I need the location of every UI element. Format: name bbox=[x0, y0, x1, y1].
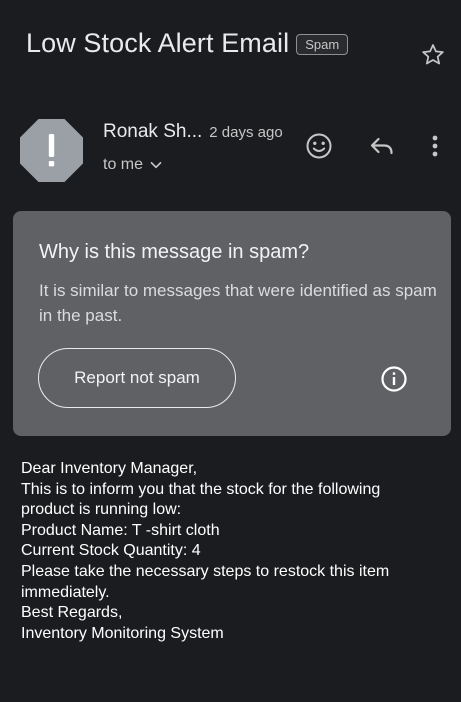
body-line: Current Stock Quantity: 4 bbox=[21, 542, 201, 560]
sent-time: 2 days ago bbox=[209, 124, 283, 141]
recipient-label: to me bbox=[103, 156, 144, 173]
body-line: Dear Inventory Manager, bbox=[21, 460, 198, 477]
body-line: immediately. bbox=[21, 583, 110, 601]
body-line: product is running low: bbox=[21, 501, 182, 519]
body-line: Inventory Monitoring System bbox=[21, 624, 224, 642]
body-line: This is to inform you that the stock for… bbox=[21, 480, 381, 498]
body-line: Please take the necessary steps to resto… bbox=[21, 562, 390, 580]
chevron-down-icon[interactable] bbox=[149, 158, 163, 172]
emoji-icon[interactable] bbox=[304, 131, 334, 161]
report-not-spam-button[interactable]: Report not spam bbox=[38, 348, 236, 408]
sender-row: Ronak Sh... 2 days ago bbox=[103, 121, 283, 143]
sender-name[interactable]: Ronak Sh... bbox=[103, 121, 202, 143]
body-line: Best Regards, bbox=[21, 604, 123, 622]
exclamation-octagon-icon[interactable] bbox=[20, 119, 83, 182]
spam-warning-title: Why is this message in spam? bbox=[39, 241, 310, 263]
body-line: Product Name: T -shirt cloth bbox=[21, 521, 220, 539]
subject-row: Low Stock Alert Email Spam bbox=[26, 28, 349, 59]
spam-label-chip[interactable]: Spam bbox=[296, 34, 349, 55]
more-vert-icon[interactable] bbox=[420, 131, 450, 161]
spam-warning-description: It is similar to messages that were iden… bbox=[39, 281, 437, 325]
star-icon[interactable] bbox=[420, 42, 446, 68]
spam-warning-card: Why is this message in spam? It is simil… bbox=[13, 211, 451, 436]
email-body: Dear Inventory Manager, This is to infor… bbox=[21, 459, 389, 644]
recipient-row[interactable]: to me bbox=[103, 156, 163, 174]
email-subject: Low Stock Alert Email bbox=[26, 28, 290, 58]
info-icon[interactable] bbox=[380, 365, 408, 393]
reply-icon[interactable] bbox=[367, 131, 397, 161]
